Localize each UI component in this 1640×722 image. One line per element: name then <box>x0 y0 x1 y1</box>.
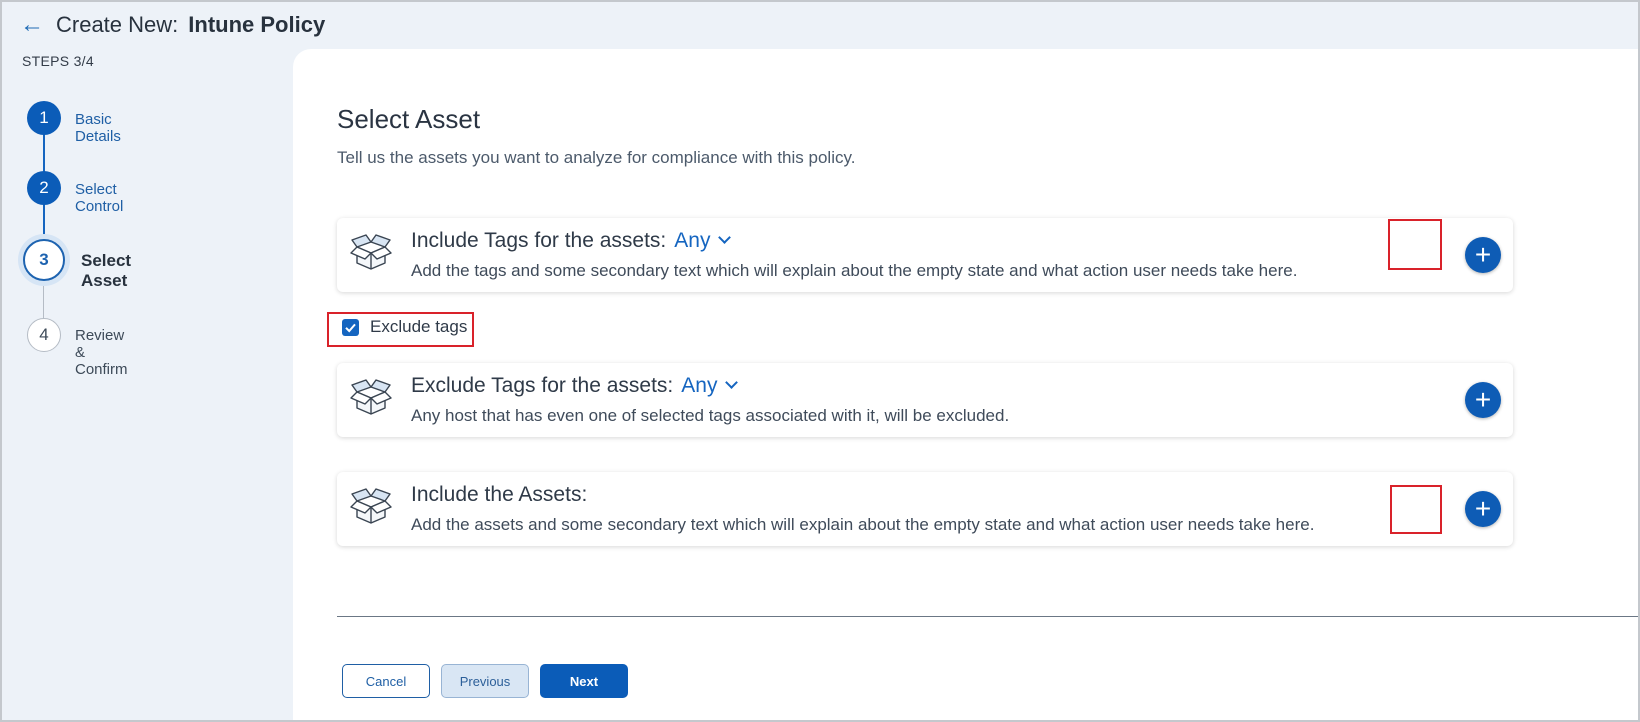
step-connector <box>43 202 45 240</box>
box-icon <box>350 488 392 524</box>
step-4-circle: 4 <box>27 318 61 352</box>
exclude-tags-title: Exclude Tags for the assets: Any <box>411 374 739 398</box>
step-1-circle[interactable]: 1 <box>27 101 61 135</box>
step-connector <box>43 283 44 319</box>
back-arrow-icon[interactable]: ← <box>20 13 44 37</box>
main-panel: Select Asset Tell us the assets you want… <box>293 49 1638 722</box>
chevron-down-icon[interactable] <box>718 231 732 244</box>
highlight-box <box>1388 219 1442 270</box>
chevron-down-icon[interactable] <box>725 376 739 389</box>
highlight-box <box>327 312 474 347</box>
page-title-prefix: Create New: <box>56 12 179 37</box>
cancel-button[interactable]: Cancel <box>342 664 430 698</box>
section-title: Select Asset <box>337 104 481 134</box>
footer-divider <box>337 616 1638 617</box>
exclude-tags-any-dropdown[interactable]: Any <box>681 374 717 397</box>
next-button[interactable]: Next <box>540 664 628 698</box>
exclude-tags-title-text: Exclude Tags for the assets: <box>411 374 674 397</box>
include-tags-description: Add the tags and some secondary text whi… <box>411 261 1298 280</box>
step-3-label: Select Asset <box>81 251 132 290</box>
add-include-tags-button[interactable]: + <box>1465 237 1501 273</box>
include-tags-title-text: Include Tags for the assets: <box>411 229 667 252</box>
steps-counter: STEPS 3/4 <box>22 53 94 69</box>
page-header: ← Create New: Intune Policy <box>20 12 325 38</box>
exclude-tags-card: Exclude Tags for the assets: Any Any host… <box>337 363 1513 437</box>
step-2-label[interactable]: Select Control <box>75 181 123 215</box>
add-include-assets-button[interactable]: + <box>1465 491 1501 527</box>
include-tags-any-dropdown[interactable]: Any <box>674 229 710 252</box>
step-2-circle[interactable]: 2 <box>27 171 61 205</box>
include-tags-card: Include Tags for the assets: Any Add the … <box>337 218 1513 292</box>
highlight-box <box>1390 485 1442 534</box>
include-assets-title: Include the Assets: <box>411 483 588 506</box>
section-subtitle: Tell us the assets you want to analyze f… <box>337 148 856 167</box>
include-tags-title: Include Tags for the assets: Any <box>411 229 732 253</box>
exclude-tags-description: Any host that has even one of selected t… <box>411 406 1010 425</box>
step-1-label[interactable]: Basic Details <box>75 111 121 145</box>
previous-button[interactable]: Previous <box>441 664 529 698</box>
include-assets-card: Include the Assets: Add the assets and s… <box>337 472 1513 546</box>
box-icon <box>350 234 392 270</box>
add-exclude-tags-button[interactable]: + <box>1465 382 1501 418</box>
box-icon <box>350 379 392 415</box>
page-title-main: Intune Policy <box>188 12 326 37</box>
step-connector <box>43 132 45 172</box>
include-assets-description: Add the assets and some secondary text w… <box>411 515 1315 534</box>
step-3-circle: 3 <box>23 239 65 281</box>
step-4-label: Review & Confirm <box>75 327 128 378</box>
